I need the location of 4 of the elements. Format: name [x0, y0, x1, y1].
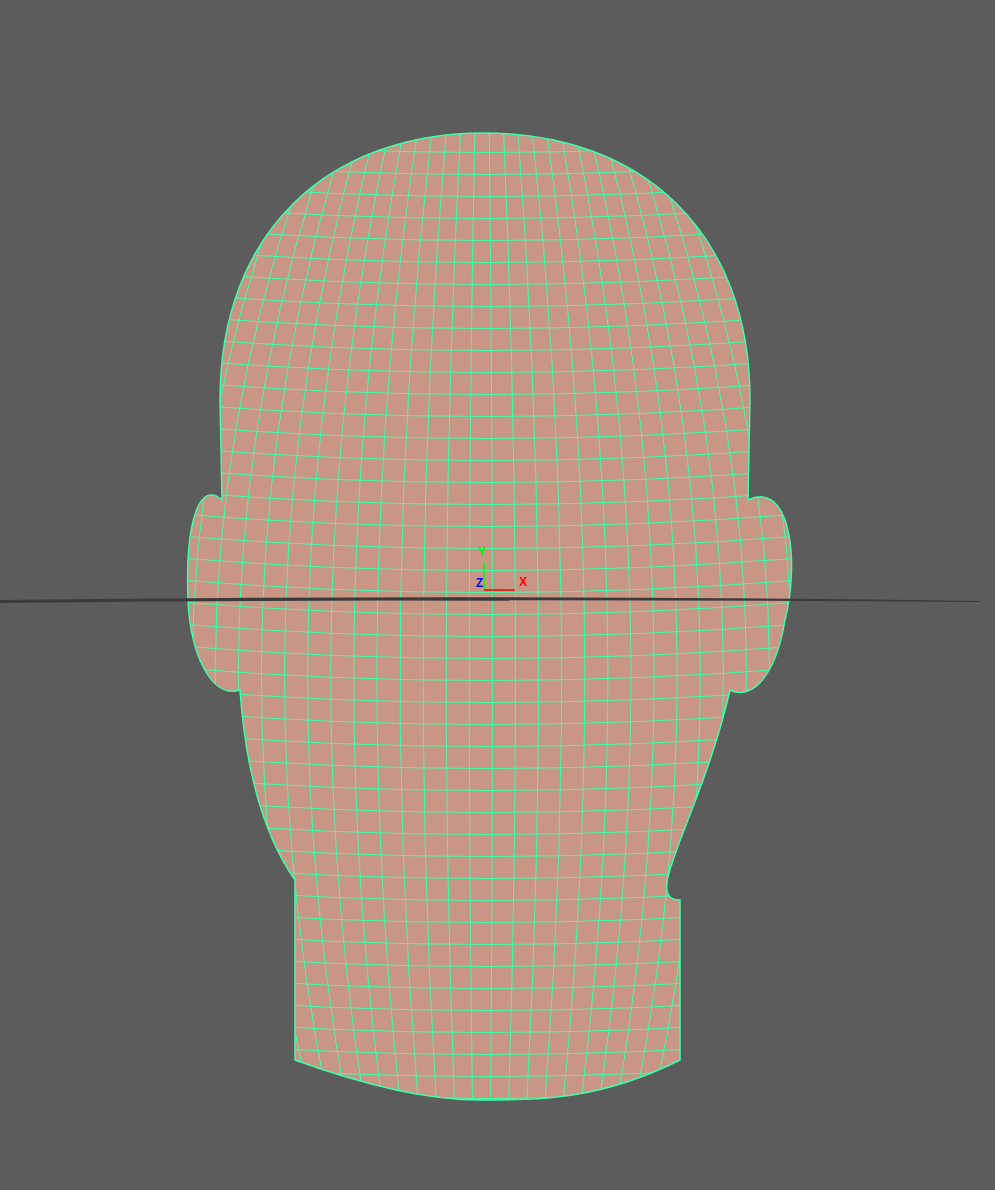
axis-gizmo-drawing: [483, 561, 516, 591]
axis-label: Z: [476, 576, 484, 590]
axis-label: X: [519, 575, 527, 589]
axis-label: Y: [478, 545, 486, 559]
